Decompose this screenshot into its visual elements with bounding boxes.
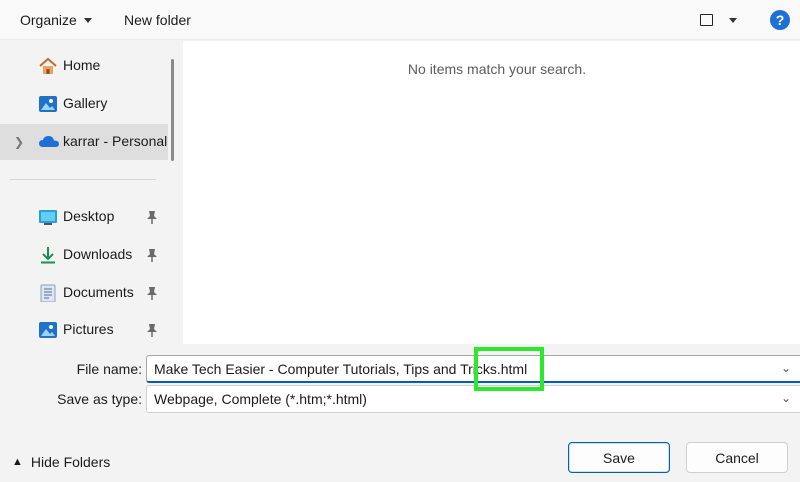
- sidebar-item-downloads[interactable]: Downloads: [0, 237, 168, 273]
- navigation-pane: Home Gallery ❯ karrar - Personal Desktop…: [0, 41, 180, 344]
- chevron-right-icon[interactable]: ❯: [14, 135, 24, 149]
- sidebar-divider: [10, 179, 156, 180]
- help-icon: ?: [770, 10, 790, 30]
- chevron-down-icon: [83, 17, 92, 23]
- sidebar-item-label: Pictures: [63, 321, 114, 337]
- chevron-down-icon[interactable]: ⌄: [781, 361, 791, 375]
- save-button[interactable]: Save: [568, 442, 670, 473]
- sidebar-item-desktop[interactable]: Desktop: [0, 199, 168, 235]
- sidebar-item-label: Documents: [63, 284, 134, 300]
- gallery-icon: [38, 95, 58, 113]
- pin-icon[interactable]: [145, 209, 159, 225]
- file-name-value: Make Tech Easier - Computer Tutorials, T…: [154, 361, 528, 377]
- pin-icon[interactable]: [145, 285, 159, 301]
- view-options-button[interactable]: [700, 0, 737, 40]
- toolbar: Organize New folder ?: [0, 0, 800, 40]
- file-list-area[interactable]: No items match your search.: [183, 41, 800, 344]
- pin-icon[interactable]: [145, 322, 159, 338]
- organize-label: Organize: [20, 12, 77, 28]
- empty-search-message: No items match your search.: [407, 61, 587, 77]
- sidebar-item-gallery[interactable]: Gallery: [0, 86, 168, 122]
- sidebar-item-label: Gallery: [63, 95, 108, 111]
- chevron-down-icon[interactable]: ⌄: [781, 391, 791, 405]
- new-folder-button[interactable]: New folder: [124, 0, 191, 40]
- sidebar-item-onedrive[interactable]: ❯ karrar - Personal: [0, 124, 168, 160]
- file-name-label: File name:: [76, 361, 142, 377]
- sidebar-item-label: karrar - Personal: [63, 133, 168, 149]
- home-icon: [38, 57, 58, 75]
- pin-icon[interactable]: [145, 247, 159, 263]
- save-as-type-label: Save as type:: [57, 391, 142, 407]
- sidebar-item-documents[interactable]: Documents: [0, 275, 168, 311]
- pictures-icon: [38, 321, 58, 339]
- chevron-down-icon: [729, 17, 737, 23]
- sidebar-item-label: Desktop: [63, 208, 115, 224]
- onedrive-cloud-icon: [38, 133, 59, 151]
- sidebar-scrollbar[interactable]: [171, 59, 174, 161]
- cancel-button-label: Cancel: [715, 449, 759, 466]
- download-icon: [38, 246, 58, 264]
- file-name-input[interactable]: Make Tech Easier - Computer Tutorials, T…: [146, 355, 800, 383]
- save-form: File name: Make Tech Easier - Computer T…: [0, 344, 800, 482]
- sidebar-item-label: Downloads: [63, 246, 133, 262]
- hide-folders-button[interactable]: ▲ Hide Folders: [12, 454, 110, 470]
- hide-folders-label: Hide Folders: [30, 454, 111, 470]
- save-button-label: Save: [603, 449, 635, 466]
- view-layout-icon: [700, 14, 713, 26]
- save-as-type-select[interactable]: Webpage, Complete (*.htm;*.html) ⌄: [146, 385, 800, 413]
- chevron-up-icon: ▲: [12, 456, 23, 468]
- desktop-icon: [38, 208, 58, 226]
- sidebar-item-home[interactable]: Home: [0, 48, 168, 84]
- new-folder-label: New folder: [124, 12, 191, 28]
- help-button[interactable]: ?: [770, 0, 790, 40]
- sidebar-item-pictures[interactable]: Pictures: [0, 312, 168, 344]
- cancel-button[interactable]: Cancel: [686, 442, 788, 473]
- sidebar-item-label: Home: [63, 57, 101, 73]
- organize-button[interactable]: Organize: [20, 0, 92, 40]
- save-as-type-value: Webpage, Complete (*.htm;*.html): [154, 391, 367, 407]
- documents-icon: [38, 284, 58, 303]
